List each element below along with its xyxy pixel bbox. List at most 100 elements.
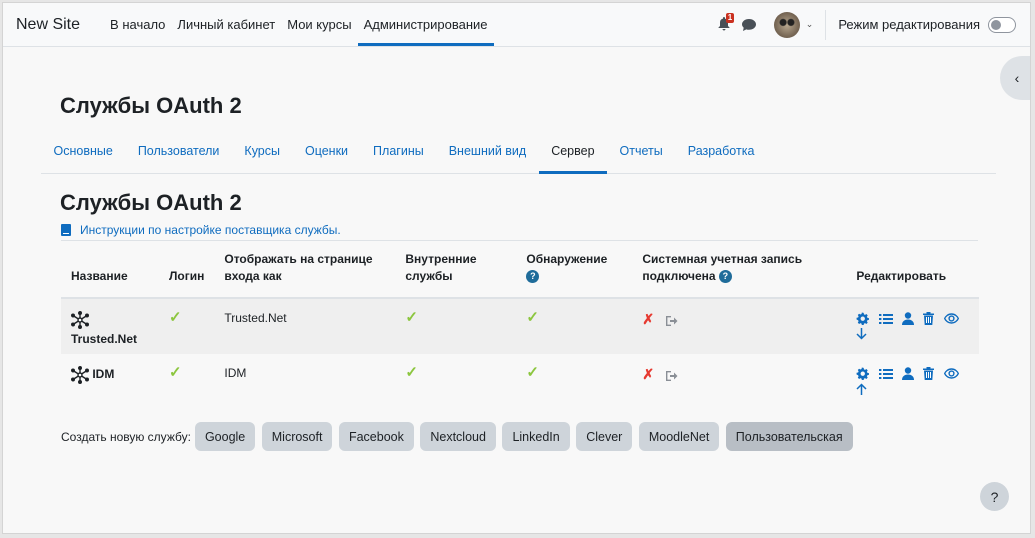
system-account-cell: ✗: [632, 298, 847, 354]
site-brand[interactable]: New Site: [16, 16, 80, 34]
table-row: Trusted.Net ✓ Trusted.Net ✓ ✓ ✗: [61, 298, 979, 354]
service-name-cell: Trusted.Net: [61, 298, 159, 354]
table-header-row: Название Логин Отображать на странице вх…: [61, 243, 979, 299]
display-as-cell: Trusted.Net: [214, 298, 396, 354]
internal-services-cell: ✓: [395, 298, 517, 354]
table-row: IDM ✓ IDM ✓ ✓ ✗: [61, 354, 979, 410]
trash-icon[interactable]: [923, 367, 935, 381]
list-icon[interactable]: [878, 368, 893, 380]
user-icon[interactable]: [902, 367, 915, 381]
display-as-cell: IDM: [214, 354, 396, 410]
internal-services-cell: ✓: [395, 354, 517, 410]
gear-icon[interactable]: [856, 367, 870, 381]
create-nextcloud-button[interactable]: Nextcloud: [420, 422, 496, 451]
notification-count-badge: 1: [725, 12, 735, 23]
tab-general[interactable]: Основные: [41, 130, 125, 174]
help-icon[interactable]: ?: [718, 270, 732, 284]
create-microsoft-button[interactable]: Microsoft: [261, 422, 333, 451]
cross-icon: ✗: [642, 366, 655, 382]
create-linkedin-button[interactable]: LinkedIn: [502, 422, 570, 451]
chevron-left-icon: ‹: [1014, 70, 1020, 86]
check-icon: ✓: [526, 309, 539, 326]
user-avatar[interactable]: [773, 11, 800, 38]
top-navbar: New Site В начало Личный кабинет Мои кур…: [3, 3, 1030, 47]
tab-reports[interactable]: Отчеты: [607, 130, 675, 174]
header-login: Логин: [159, 243, 215, 299]
connect-system-account-icon[interactable]: [665, 370, 678, 382]
provider-docs-link[interactable]: Инструкции по настройке поставщика служб…: [61, 223, 341, 237]
user-navigation: 1 ⌄ Режим редактирования: [718, 3, 1030, 46]
user-icon[interactable]: [902, 312, 915, 326]
divider: [61, 240, 978, 241]
arrow-down-icon[interactable]: [856, 328, 867, 340]
notifications-button[interactable]: 1: [718, 12, 735, 33]
nav-home[interactable]: В начало: [104, 3, 171, 46]
header-discovery: Обнаружение ?: [516, 243, 633, 299]
check-icon: ✓: [169, 309, 182, 326]
chevron-down-icon[interactable]: ⌄: [806, 19, 814, 30]
network-issuer-icon: [71, 366, 89, 384]
edit-mode-toggle[interactable]: [988, 16, 1016, 33]
edit-actions-cell: [846, 354, 979, 410]
connect-system-account-icon[interactable]: [665, 315, 678, 327]
arrow-up-icon[interactable]: [856, 383, 867, 396]
header-internal-services: Внутренние службы: [395, 243, 517, 299]
oauth-services-table: Название Логин Отображать на странице вх…: [61, 243, 979, 410]
section-title: Службы OAuth 2: [60, 190, 242, 215]
service-name: IDM: [92, 367, 115, 382]
question-icon: ?: [990, 488, 999, 505]
header-display-as: Отображать на странице входа как: [214, 243, 396, 299]
discovery-cell: ✓: [516, 354, 633, 410]
login-cell: ✓: [159, 298, 215, 354]
nav-my-courses[interactable]: Мои курсы: [281, 3, 357, 46]
nav-dashboard[interactable]: Личный кабинет: [171, 3, 281, 46]
help-icon[interactable]: ?: [526, 270, 540, 284]
service-name-cell: IDM: [61, 354, 159, 410]
list-icon[interactable]: [878, 313, 893, 325]
check-icon: ✓: [405, 364, 418, 381]
navbar-divider: [825, 9, 827, 40]
create-clever-button[interactable]: Clever: [576, 422, 633, 451]
create-facebook-button[interactable]: Facebook: [338, 422, 414, 451]
tab-plugins[interactable]: Плагины: [361, 130, 437, 174]
create-service-bar: Создать новую службу: Google Microsoft F…: [61, 422, 859, 451]
header-discovery-label: Обнаружение: [526, 252, 608, 266]
page-title: Службы OAuth 2: [60, 93, 242, 118]
header-edit: Редактировать: [846, 243, 979, 299]
docs-link-text: Инструкции по настройке поставщика служб…: [80, 223, 341, 237]
tab-appearance[interactable]: Внешний вид: [436, 130, 538, 174]
service-name: Trusted.Net: [71, 332, 138, 346]
eye-icon[interactable]: [943, 368, 959, 380]
check-icon: ✓: [405, 309, 418, 326]
discovery-cell: ✓: [516, 298, 633, 354]
system-account-cell: ✗: [632, 354, 847, 410]
create-moodlenet-button[interactable]: MoodleNet: [638, 422, 720, 451]
create-service-label: Создать новую службу:: [61, 429, 191, 444]
admin-tabs: Основные Пользователи Курсы Оценки Плаги…: [41, 130, 996, 174]
header-system-account: Системная учетная запись подключена ?: [632, 243, 847, 299]
create-custom-button[interactable]: Пользовательская: [725, 422, 853, 451]
tab-courses[interactable]: Курсы: [232, 130, 293, 174]
primary-navigation: В начало Личный кабинет Мои курсы Админи…: [104, 3, 494, 46]
tab-development[interactable]: Разработка: [675, 130, 767, 174]
trash-icon[interactable]: [923, 312, 935, 326]
eye-icon[interactable]: [943, 313, 959, 325]
gear-icon[interactable]: [856, 312, 870, 326]
network-issuer-icon: [71, 311, 89, 329]
book-icon: [61, 224, 71, 236]
check-icon: ✓: [526, 364, 539, 381]
tab-grades[interactable]: Оценки: [292, 130, 360, 174]
tab-server[interactable]: Сервер: [538, 130, 608, 174]
messages-icon[interactable]: [741, 18, 756, 31]
check-icon: ✓: [169, 364, 182, 381]
tab-users[interactable]: Пользователи: [125, 130, 232, 174]
edit-mode-label: Режим редактирования: [838, 17, 980, 32]
nav-site-admin[interactable]: Администрирование: [357, 3, 494, 46]
browser-frame: New Site В начало Личный кабинет Мои кур…: [2, 2, 1031, 534]
create-google-button[interactable]: Google: [194, 422, 256, 451]
open-drawer-button[interactable]: ‹: [1000, 56, 1030, 100]
login-cell: ✓: [159, 354, 215, 410]
cross-icon: ✗: [642, 311, 655, 327]
help-button[interactable]: ?: [980, 482, 1009, 511]
edit-actions-cell: [846, 298, 979, 354]
